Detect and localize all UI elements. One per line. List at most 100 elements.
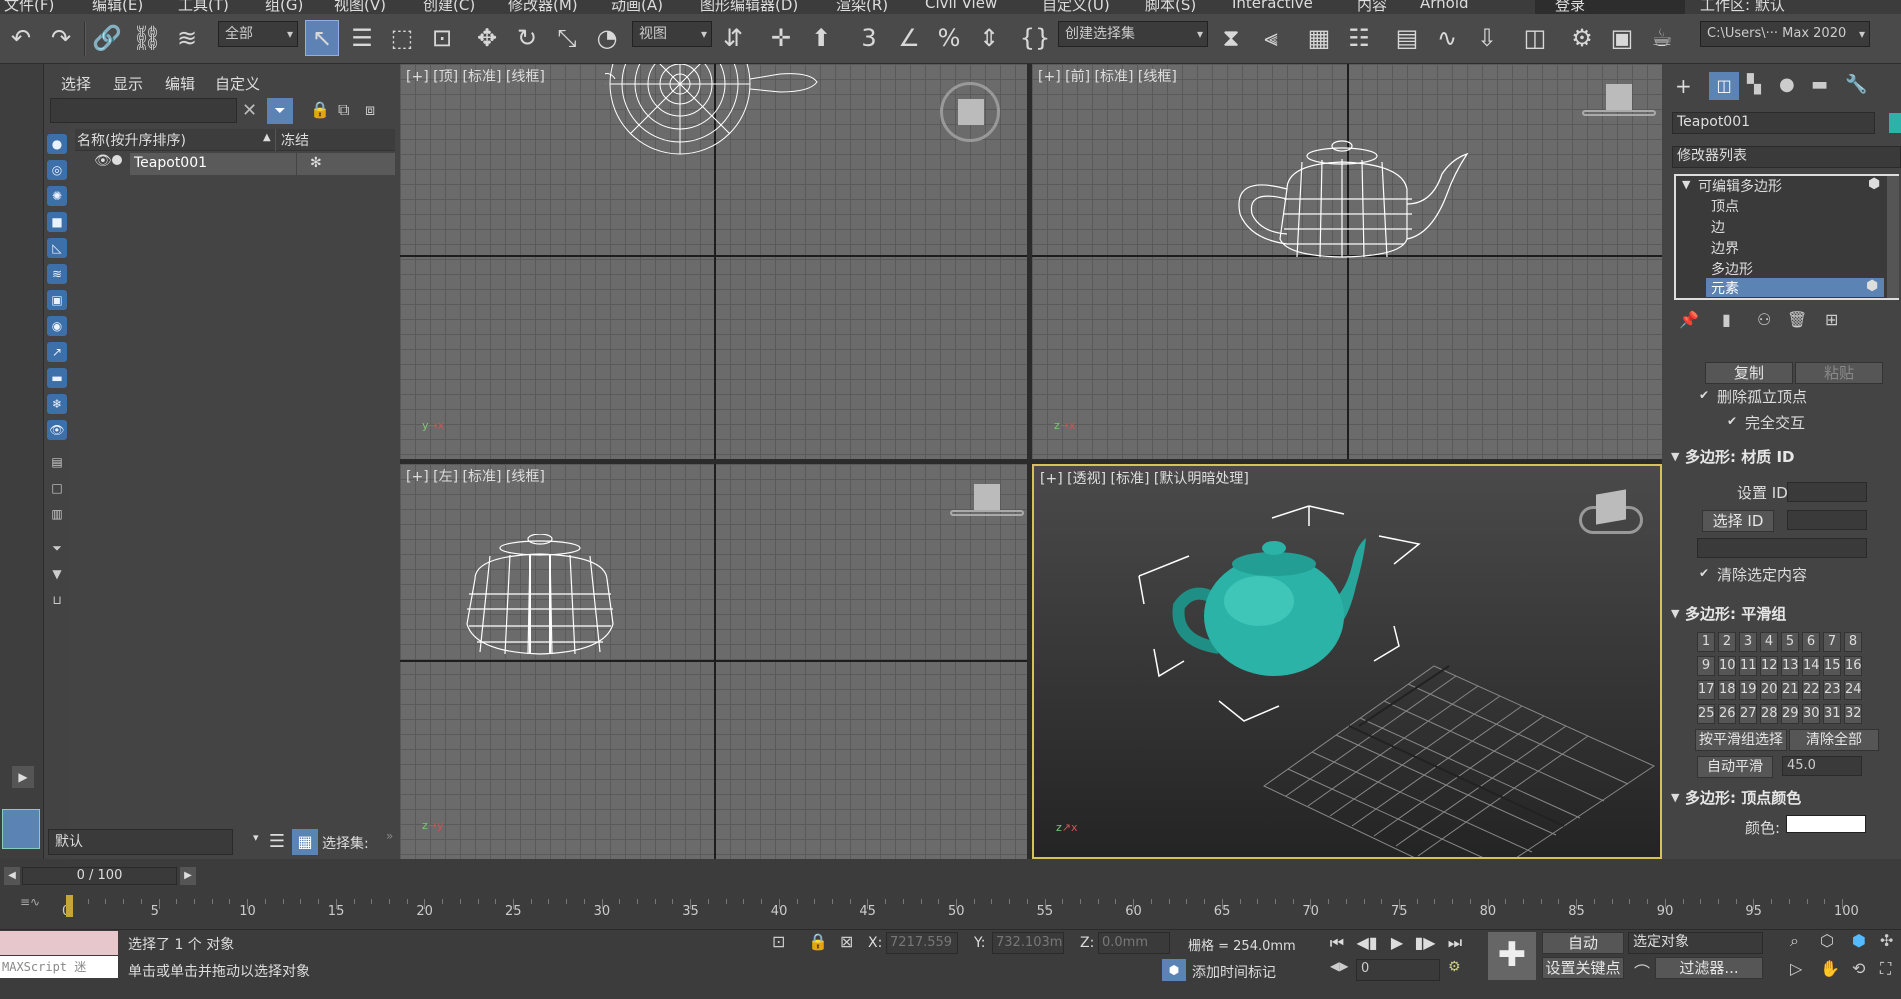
bind-space-warp-icon[interactable]: ≋ [170,20,204,56]
go-to-end-icon[interactable]: ⏭ [1444,932,1466,954]
explorer-search-input[interactable] [50,98,237,123]
pivot-icon[interactable]: ⇵ [716,20,750,56]
login-dropdown[interactable]: 登录 [1535,0,1685,14]
stack-item-edit-poly[interactable]: 可编辑多边形 [1698,176,1782,196]
viewcube-face[interactable] [974,484,1000,510]
display-lights-icon[interactable]: ✺ [47,186,67,206]
stack-scrollbar[interactable] [1887,176,1899,298]
smoothing-group-button[interactable]: 30 [1802,704,1820,724]
z-coordinate-field[interactable]: 0.0mm [1098,932,1170,954]
chevron-down-icon[interactable]: ▾ [253,831,259,844]
layer-explorer-icon[interactable]: ⧈ [365,100,375,120]
expand-arrow-icon[interactable]: ▼ [1682,178,1690,191]
smoothing-group-button[interactable]: 25 [1697,704,1715,724]
copy-button[interactable]: 复制 [1705,362,1793,384]
visibility-eye-icon[interactable]: 👁 [94,153,112,169]
keyboard-shortcut-icon[interactable]: ⬆ [804,20,838,56]
hierarchy-icon[interactable]: ⧉ [338,100,349,120]
zoom-all-icon[interactable]: ⬡ [1820,931,1834,950]
display-none-icon[interactable]: □ [47,478,67,498]
link-icon[interactable]: 🔗 [90,20,124,56]
layer-stack-icon[interactable]: ☰ [264,829,290,855]
smoothing-group-button[interactable]: 27 [1739,704,1757,724]
display-all-icon[interactable]: ▤ [47,452,67,472]
menu-rendering[interactable]: 渲染(R) [836,0,888,14]
spinner-snap-icon[interactable]: ⇕ [972,20,1006,56]
explorer-tab-select[interactable]: 选择 [61,73,91,94]
unlink-icon[interactable]: ⛓ [130,20,164,56]
menu-civil-view[interactable]: Civil View [925,0,997,12]
modify-tab-icon[interactable]: ◫ [1709,72,1739,100]
smoothing-group-button[interactable]: 32 [1844,704,1862,724]
viewport-left-label[interactable]: [+] [左] [标准] [线框] [406,466,545,486]
clear-all-button[interactable]: 清除全部 [1789,729,1879,751]
select-by-name-icon[interactable]: ☰ [345,20,379,56]
smoothing-groups-rollout-title[interactable]: 多边形: 平滑组 [1685,603,1786,624]
viewport-top-label[interactable]: [+] [顶] [标准] [线框] [406,66,545,86]
smoothing-group-button[interactable]: 9 [1697,656,1715,676]
rollout-toggle-icon[interactable]: ▼ [1671,607,1679,620]
display-tab-icon[interactable]: ▬ [1811,74,1828,95]
schematic-view-icon[interactable]: ⇩ [1470,20,1504,56]
viewport-top[interactable]: [+] [顶] [标准] [线框] y→x [400,64,1027,459]
menu-interactive[interactable]: Interactive [1232,0,1313,12]
full-interactivity-checkbox[interactable]: ✔ [1725,414,1739,428]
smoothing-group-button[interactable]: 10 [1718,656,1736,676]
time-config-icon[interactable]: ⚙ [1448,959,1461,975]
display-hidden-icon[interactable]: 👁 [47,420,67,440]
render-setup-icon[interactable]: ⚙ [1565,20,1599,56]
utilities-tab-icon[interactable]: 🔧 [1845,74,1867,95]
smoothing-group-button[interactable]: 1 [1697,632,1715,652]
reference-coord-dropdown[interactable]: 视图 [632,21,712,47]
menu-animation[interactable]: 动画(A) [611,0,663,14]
snap-3d-icon[interactable]: 3 [852,20,886,56]
viewcube-top[interactable] [940,82,1000,142]
mirror-icon[interactable]: ⧗ [1214,20,1248,56]
smoothing-group-button[interactable]: 5 [1781,632,1799,652]
make-unique-icon[interactable]: ⚇ [1757,310,1771,329]
collapse-icon[interactable]: » [386,829,393,843]
explorer-tab-edit[interactable]: 编辑 [165,73,195,94]
named-sets-icon[interactable]: {} [1018,20,1052,56]
layer-dropdown[interactable]: 默认 [48,829,233,855]
display-cameras-icon[interactable]: ■ [47,212,67,232]
create-tab-icon[interactable]: + [1675,74,1692,98]
display-spacewarps-icon[interactable]: ≋ [47,264,67,284]
menu-group[interactable]: 组(G) [265,0,303,14]
key-filter-dropdown[interactable]: 选定对象 [1628,932,1763,954]
rollout-toggle-icon[interactable]: ▼ [1671,450,1679,463]
display-xrefs-icon[interactable]: ◉ [47,316,67,336]
maxscript-mini-listener[interactable]: MAXScript 迷 [0,956,118,978]
smoothing-group-button[interactable]: 2 [1718,632,1736,652]
viewport-layout-icon[interactable] [2,809,40,849]
field-of-view-icon[interactable]: ▷ [1790,959,1802,978]
y-coordinate-field[interactable]: 732.103m [992,932,1064,954]
redo-icon[interactable]: ↷ [44,20,78,56]
menu-create[interactable]: 创建(C) [423,0,475,14]
pin-stack-icon[interactable]: 📌 [1679,310,1699,329]
viewport-front-label[interactable]: [+] [前] [标准] [线框] [1038,66,1177,86]
viewport-left[interactable]: [+] [左] [标准] [线框] z→y [400,464,1027,859]
viewport-front[interactable]: [+] [前] [标准] [线框] z→x [1032,64,1662,459]
selection-filter-dropdown[interactable]: 全部 [218,21,298,47]
select-by-sg-button[interactable]: 按平滑组选择 [1695,729,1787,751]
stack-item-vertex[interactable]: 顶点 [1711,196,1739,216]
material-editor-icon[interactable]: ◫ [1518,20,1552,56]
viewcube-face[interactable] [958,99,984,125]
smoothing-group-button[interactable]: 22 [1802,680,1820,700]
rendered-frame-icon[interactable]: ▣ [1605,20,1639,56]
delete-isolated-checkbox[interactable]: ✔ [1697,388,1711,402]
key-filters-button[interactable]: 过滤器... [1655,957,1763,979]
table-row[interactable]: Teapot001 ✻ [130,153,395,175]
stack-item-element-highlight[interactable]: 元素 ⬢ [1706,278,1884,297]
menu-customize[interactable]: 自定义(U) [1042,0,1110,14]
smoothing-group-button[interactable]: 28 [1760,704,1778,724]
select-object-icon[interactable]: ↖ [305,20,339,56]
menu-modifiers[interactable]: 修改器(M) [508,0,578,14]
rollout-toggle-icon[interactable]: ▼ [1671,791,1679,804]
add-time-tag-icon[interactable]: ⬢ [1162,959,1186,981]
viewcube-persp[interactable] [1579,486,1643,542]
project-path[interactable]: C:\Users\··· Max 2020 [1700,21,1870,47]
menu-content[interactable]: 内容 [1357,0,1387,14]
curve-editor-icon[interactable]: ∿ [1430,20,1464,56]
